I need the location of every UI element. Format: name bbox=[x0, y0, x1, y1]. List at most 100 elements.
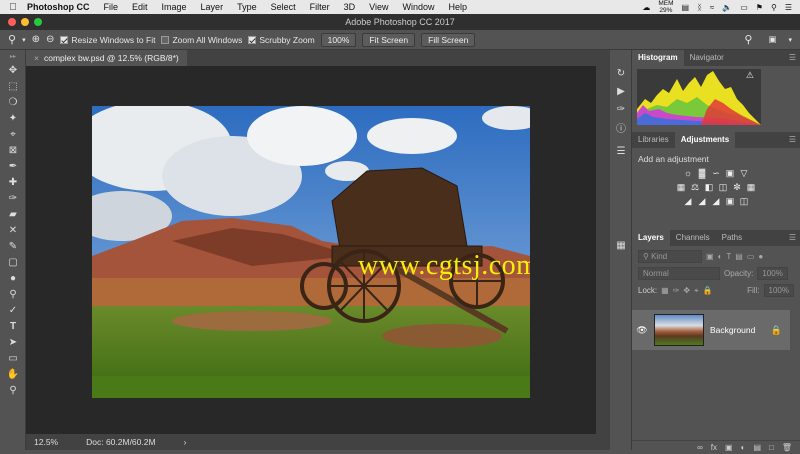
selective-color-icon[interactable]: ▣ bbox=[725, 196, 735, 206]
color-balance-icon[interactable]: ⚖ bbox=[690, 182, 700, 192]
volume-icon[interactable]: 🔈 bbox=[722, 3, 732, 12]
shape-tool-icon[interactable]: ▭ bbox=[0, 350, 26, 366]
posterize-icon[interactable]: ◢ bbox=[697, 196, 707, 206]
panel-menu-icon[interactable]: ☰ bbox=[789, 53, 796, 62]
channel-mixer-icon[interactable]: ✼ bbox=[732, 182, 742, 192]
workspace-icon[interactable]: ▣ bbox=[768, 34, 776, 45]
tab-adjustments[interactable]: Adjustments bbox=[674, 132, 736, 148]
close-icon[interactable]: × bbox=[34, 53, 39, 63]
new-group-icon[interactable]: ▤ bbox=[753, 443, 761, 452]
history-icon[interactable]: ↻ bbox=[610, 64, 632, 82]
curves-icon[interactable]: ∽ bbox=[711, 168, 721, 178]
pen-tool-icon[interactable]: ✓ bbox=[0, 302, 26, 318]
search-icon[interactable]: ⚲ bbox=[744, 33, 752, 46]
menu-window[interactable]: Window bbox=[395, 2, 441, 12]
quick-selection-tool-icon[interactable]: ✦ bbox=[0, 110, 26, 126]
eye-icon[interactable]: 👁 bbox=[632, 325, 652, 336]
battery-icon[interactable]: ▭ bbox=[740, 3, 748, 12]
menu-image[interactable]: Image bbox=[155, 2, 194, 12]
blend-mode-select[interactable]: Normal bbox=[638, 267, 720, 280]
threshold-icon[interactable]: ◢ bbox=[711, 196, 721, 206]
eyedropper-tool-icon[interactable]: ✒ bbox=[0, 158, 26, 174]
gradient-tool-icon[interactable]: ▢ bbox=[0, 254, 26, 270]
adjustment-filter-icon[interactable]: ◐ bbox=[718, 252, 723, 261]
zoom-button[interactable] bbox=[34, 18, 42, 26]
move-tool-icon[interactable]: ✥ bbox=[0, 62, 26, 78]
opacity-field[interactable]: 100% bbox=[757, 267, 788, 280]
zoom-all-checkbox[interactable]: Zoom All Windows bbox=[161, 35, 242, 45]
frame-tool-icon[interactable]: ⊠ bbox=[0, 142, 26, 158]
hand-tool-icon[interactable]: ✋ bbox=[0, 366, 26, 382]
menu-select[interactable]: Select bbox=[264, 2, 303, 12]
panel-menu-icon[interactable]: ☰ bbox=[789, 135, 796, 144]
close-button[interactable] bbox=[8, 18, 16, 26]
black-white-icon[interactable]: ◧ bbox=[704, 182, 714, 192]
menu-filter[interactable]: Filter bbox=[303, 2, 337, 12]
layers-comp-icon[interactable]: ▦ bbox=[610, 236, 632, 254]
new-adjustment-icon[interactable]: ◐ bbox=[741, 443, 746, 452]
properties-icon[interactable]: ☰ bbox=[610, 142, 632, 160]
tab-layers[interactable]: Layers bbox=[632, 230, 670, 246]
minimize-button[interactable] bbox=[21, 18, 29, 26]
photo-filter-icon[interactable]: ◫ bbox=[718, 182, 728, 192]
fx-icon[interactable]: fx bbox=[711, 443, 717, 452]
dodge-tool-icon[interactable]: ⚲ bbox=[0, 286, 26, 302]
fill-field[interactable]: 100% bbox=[763, 284, 794, 297]
gradient-map-icon[interactable]: ◫ bbox=[739, 196, 749, 206]
wifi-icon[interactable]: ≈ bbox=[710, 3, 714, 12]
brush-tool-icon[interactable]: ✑ bbox=[0, 190, 26, 206]
scrubby-zoom-checkbox[interactable]: Scrubby Zoom bbox=[248, 35, 315, 45]
zoom-tool-icon[interactable]: ⚲ bbox=[0, 382, 26, 398]
search-icon[interactable]: ⚲ bbox=[771, 3, 777, 12]
trash-icon[interactable]: 🗑 bbox=[782, 443, 792, 452]
status-menu-arrow[interactable]: › bbox=[184, 437, 187, 447]
lock-artboard-icon[interactable]: ⌖ bbox=[694, 286, 699, 296]
new-layer-icon[interactable]: □ bbox=[769, 443, 774, 452]
zoom-tool-icon[interactable]: ⚲ bbox=[8, 33, 16, 46]
tab-libraries[interactable]: Libraries bbox=[632, 132, 675, 148]
move-tool-icon[interactable]: ▸▸ bbox=[0, 50, 26, 62]
zoom-in-icon[interactable]: ⊕ bbox=[32, 34, 40, 45]
menu-layer[interactable]: Layer bbox=[194, 2, 231, 12]
shape-filter-icon[interactable]: ▤ bbox=[735, 252, 743, 261]
type-filter-icon[interactable]: T bbox=[726, 252, 731, 261]
tab-channels[interactable]: Channels bbox=[670, 230, 716, 246]
layer-row-background[interactable]: 👁 Background 🔒 bbox=[632, 310, 790, 350]
warning-icon[interactable]: ⚠ bbox=[746, 70, 754, 81]
invert-icon[interactable]: ◢ bbox=[683, 196, 693, 206]
eraser-tool-icon[interactable]: ✎ bbox=[0, 238, 26, 254]
menu-help[interactable]: Help bbox=[441, 2, 474, 12]
menu-edit[interactable]: Edit bbox=[125, 2, 155, 12]
kind-filter-select[interactable]: ⚲ Kind bbox=[638, 250, 702, 263]
app-menu[interactable]: Photoshop CC bbox=[20, 2, 97, 12]
apple-icon[interactable]:  bbox=[6, 2, 20, 13]
levels-icon[interactable]: ▓ bbox=[697, 168, 707, 178]
info-icon[interactable]: ⓘ bbox=[610, 118, 632, 136]
history-brush-tool-icon[interactable]: ✕ bbox=[0, 222, 26, 238]
play-icon[interactable]: ▶ bbox=[610, 82, 632, 100]
cloud-icon[interactable]: ☁ bbox=[642, 3, 650, 12]
color-lookup-icon[interactable]: ▦ bbox=[746, 182, 756, 192]
zoom-level[interactable]: 12.5% bbox=[34, 437, 58, 447]
tab-paths[interactable]: Paths bbox=[716, 230, 748, 246]
pixel-filter-icon[interactable]: ▣ bbox=[706, 252, 714, 261]
smart-object-filter-icon[interactable]: ▭ bbox=[747, 252, 755, 261]
resize-windows-checkbox[interactable]: Resize Windows to Fit bbox=[60, 35, 155, 45]
tab-navigator[interactable]: Navigator bbox=[684, 50, 730, 66]
link-layers-icon[interactable]: ∞ bbox=[697, 443, 703, 452]
path-selection-tool-icon[interactable]: ➤ bbox=[0, 334, 26, 350]
menu-3d[interactable]: 3D bbox=[337, 2, 363, 12]
chevron-down-icon[interactable]: ▾ bbox=[788, 36, 792, 44]
layer-name[interactable]: Background bbox=[710, 325, 755, 335]
exposure-icon[interactable]: ▣ bbox=[725, 168, 735, 178]
menu-file[interactable]: File bbox=[97, 2, 126, 12]
chevron-down-icon[interactable]: ▾ bbox=[22, 36, 26, 44]
bluetooth-icon[interactable]: ᛝ bbox=[697, 3, 702, 12]
lasso-tool-icon[interactable]: ❍ bbox=[0, 94, 26, 110]
notes-icon[interactable]: ▤ bbox=[682, 3, 690, 12]
blur-tool-icon[interactable]: ● bbox=[0, 270, 26, 286]
filter-toggle-icon[interactable]: ● bbox=[758, 252, 763, 261]
crop-tool-icon[interactable]: ⌖ bbox=[0, 126, 26, 142]
zoom-out-icon[interactable]: ⊖ bbox=[46, 34, 54, 45]
lock-position-icon[interactable]: ✥ bbox=[683, 286, 690, 295]
